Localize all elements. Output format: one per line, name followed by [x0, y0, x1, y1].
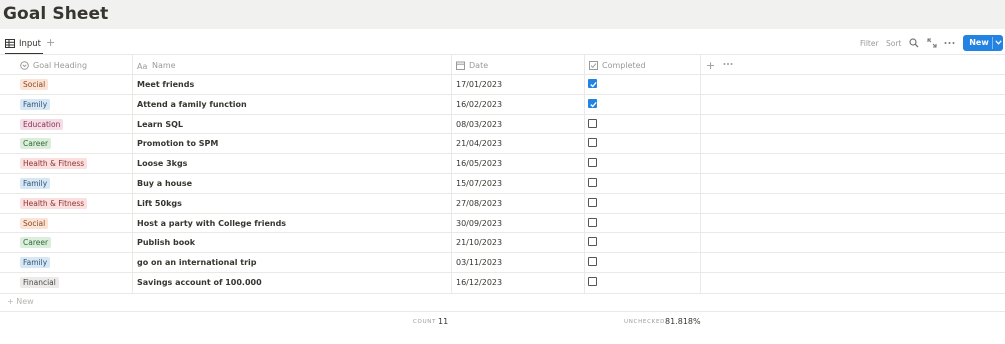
goal-heading-tag[interactable]: Family	[20, 99, 51, 110]
new-button[interactable]: New	[963, 35, 1003, 51]
goal-name-cell[interactable]: Attend a family function	[137, 100, 247, 109]
goal-heading-tag[interactable]: Health & Fitness	[20, 158, 88, 169]
select-property-icon	[20, 60, 29, 70]
text-property-icon: Aa	[137, 62, 147, 70]
goal-name-cell[interactable]: Publish book	[137, 238, 195, 247]
checkbox-property-icon	[589, 60, 598, 70]
date-cell[interactable]: 21/04/2023	[456, 139, 502, 148]
add-property-button[interactable]: +	[706, 56, 715, 74]
table-row[interactable]: Health & Fitness Lift 50kgs 27/08/2023	[0, 193, 1005, 214]
unchecked-label: UNCHECKED	[624, 319, 666, 325]
column-header-date[interactable]: Date	[456, 56, 488, 74]
completed-checkbox[interactable]	[588, 99, 597, 108]
tab-input-label: Input	[19, 38, 42, 49]
completed-checkbox[interactable]	[588, 119, 597, 128]
more-options-icon[interactable]	[944, 38, 955, 48]
completed-checkbox[interactable]	[588, 79, 597, 88]
date-cell[interactable]: 08/03/2023	[456, 120, 502, 129]
title-band	[0, 0, 1005, 29]
add-view-button[interactable]: +	[46, 36, 55, 50]
count-value[interactable]: 11	[438, 317, 448, 326]
sort-button[interactable]: Sort	[886, 39, 901, 48]
date-cell[interactable]: 16/12/2023	[456, 278, 502, 287]
completed-checkbox[interactable]	[588, 218, 597, 227]
goal-name-cell[interactable]: Savings account of 100.000	[137, 278, 262, 287]
completed-checkbox[interactable]	[588, 178, 597, 187]
date-cell[interactable]: 03/11/2023	[456, 258, 502, 267]
goal-heading-tag[interactable]: Financial	[20, 277, 59, 288]
completed-checkbox[interactable]	[588, 237, 597, 246]
goal-name-cell[interactable]: Meet friends	[137, 80, 194, 89]
calendar-icon	[456, 61, 465, 70]
goal-name-cell[interactable]: Lift 50kgs	[137, 199, 182, 208]
goal-heading-tag[interactable]: Education	[20, 119, 64, 130]
column-header-label: Goal Heading	[33, 60, 88, 70]
tab-input[interactable]: Input	[5, 34, 44, 55]
column-header-name[interactable]: Aa Name	[137, 56, 176, 74]
date-cell[interactable]: 16/02/2023	[456, 100, 502, 109]
unchecked-value[interactable]: 81.818%	[665, 317, 701, 326]
table-row[interactable]: Education Learn SQL 08/03/2023	[0, 114, 1005, 135]
goal-name-cell[interactable]: Host a party with College friends	[137, 219, 286, 228]
column-header-label: Date	[469, 60, 489, 70]
table-row[interactable]: Health & Fitness Loose 3kgs 16/05/2023	[0, 153, 1005, 174]
column-header-label: Completed	[602, 60, 646, 70]
new-button-label: New	[969, 38, 989, 47]
column-header-goal-heading[interactable]: Goal Heading	[20, 56, 87, 74]
table-row[interactable]: Family Attend a family function 16/02/2023	[0, 94, 1005, 115]
goal-name-cell[interactable]: Promotion to SPM	[137, 139, 218, 148]
table-row[interactable]: Family Buy a house 15/07/2023	[0, 173, 1005, 194]
table-row[interactable]: Financial Savings account of 100.000 16/12…	[0, 272, 1005, 293]
goal-heading-tag[interactable]: Family	[20, 178, 51, 189]
column-header-completed[interactable]: Completed	[589, 56, 646, 74]
date-cell[interactable]: 30/09/2023	[456, 219, 502, 228]
goal-heading-tag[interactable]: Social	[20, 79, 49, 90]
completed-checkbox[interactable]	[588, 138, 597, 147]
goal-name-cell[interactable]: go on an international trip	[137, 258, 257, 267]
expand-icon[interactable]	[927, 38, 937, 48]
add-row-button[interactable]: + New	[7, 297, 34, 306]
date-cell[interactable]: 16/05/2023	[456, 159, 502, 168]
date-cell[interactable]: 17/01/2023	[456, 80, 502, 89]
table-row[interactable]: Career Promotion to SPM 21/04/2023	[0, 133, 1005, 154]
table-row[interactable]: Social Meet friends 17/01/2023	[0, 74, 1005, 95]
table-bottom-border	[0, 293, 1005, 294]
completed-checkbox[interactable]	[588, 198, 597, 207]
svg-text:Aa: Aa	[137, 62, 147, 70]
goal-heading-tag[interactable]: Health & Fitness	[20, 198, 88, 209]
page-title: Goal Sheet	[3, 4, 109, 24]
completed-checkbox[interactable]	[588, 257, 597, 266]
goal-name-cell[interactable]: Loose 3kgs	[137, 159, 187, 168]
more-options-icon[interactable]	[723, 62, 733, 66]
check-icon	[590, 101, 597, 108]
goal-heading-tag[interactable]: Career	[20, 237, 52, 248]
view-bar-divider	[0, 54, 1005, 55]
table-view-icon	[5, 39, 15, 48]
column-header-label: Name	[152, 60, 176, 70]
goal-heading-tag[interactable]: Family	[20, 257, 51, 268]
completed-checkbox[interactable]	[588, 277, 597, 286]
view-bar: Input + Filter Sort	[0, 34, 1005, 55]
check-icon	[590, 81, 597, 88]
date-cell[interactable]: 21/10/2023	[456, 238, 502, 247]
chevron-down-icon[interactable]	[995, 40, 1002, 45]
new-button-divider	[992, 37, 993, 49]
search-icon[interactable]	[909, 38, 919, 48]
table-row[interactable]: Career Publish book 21/10/2023	[0, 232, 1005, 253]
footer-divider	[0, 311, 1005, 312]
filter-button[interactable]: Filter	[860, 39, 879, 48]
completed-checkbox[interactable]	[588, 158, 597, 167]
date-cell[interactable]: 27/08/2023	[456, 199, 502, 208]
date-cell[interactable]: 15/07/2023	[456, 179, 502, 188]
goal-heading-tag[interactable]: Social	[20, 218, 49, 229]
table-row[interactable]: Social Host a party with College friends 3…	[0, 213, 1005, 234]
count-label: COUNT	[413, 319, 437, 325]
goal-heading-tag[interactable]: Career	[20, 138, 52, 149]
goal-name-cell[interactable]: Learn SQL	[137, 120, 183, 129]
goal-name-cell[interactable]: Buy a house	[137, 179, 192, 188]
table-row[interactable]: Family go on an international trip 03/11/2…	[0, 252, 1005, 273]
